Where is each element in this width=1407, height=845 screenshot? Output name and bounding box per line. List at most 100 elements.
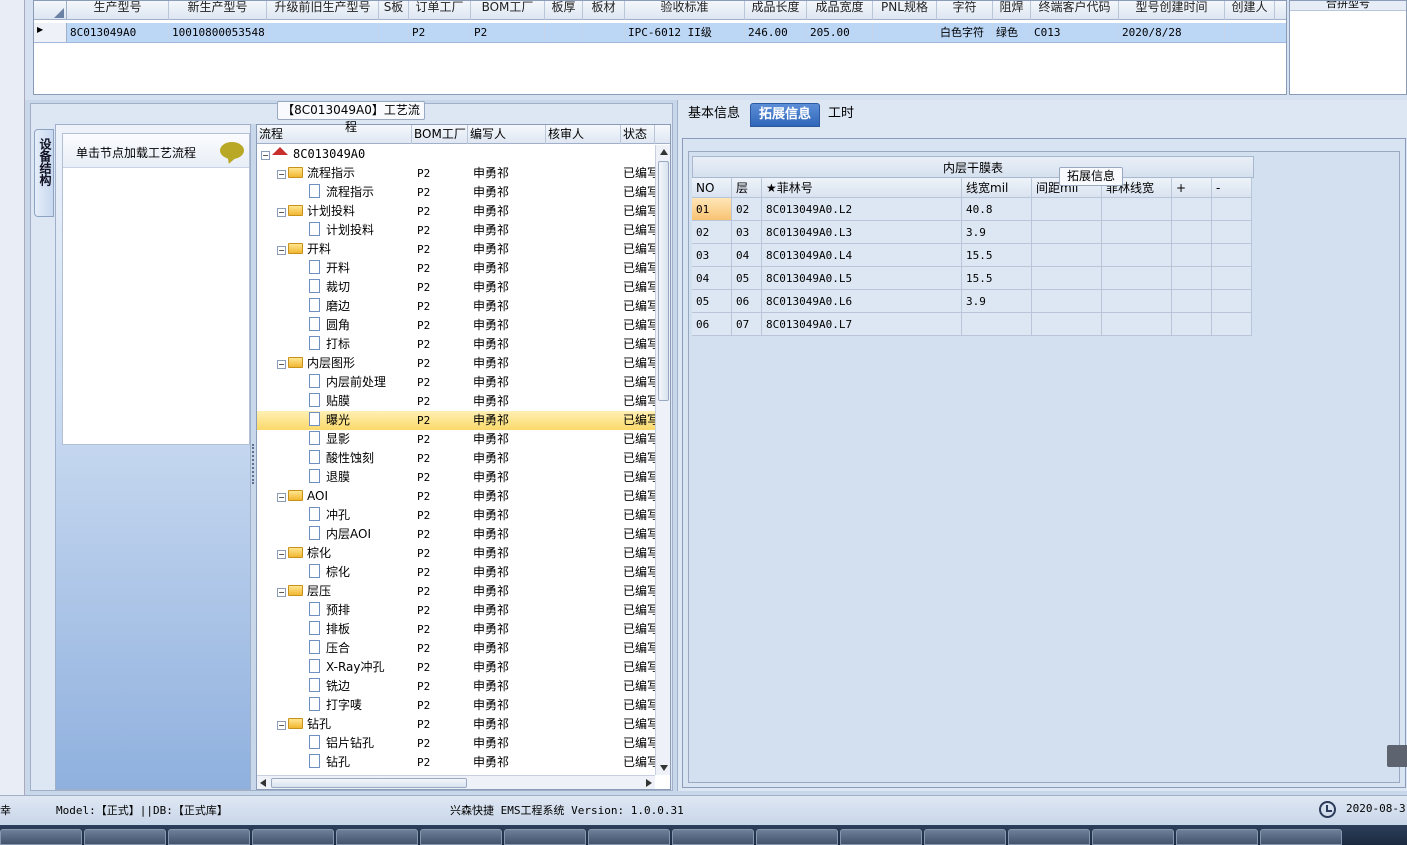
tree-node-name[interactable]: 棕化 [257,563,412,582]
tree-row[interactable]: 退膜 P2 申勇祁 已编写 [257,468,657,487]
cell-layer[interactable]: 06 [732,290,762,313]
cell-spacing[interactable] [1032,244,1102,267]
cell-remove[interactable] [1212,221,1252,244]
cell-material[interactable] [583,23,625,42]
col-header-thickness[interactable]: 板厚 [545,1,583,20]
taskbar-button[interactable] [252,829,334,845]
cell-mask[interactable]: 绿色 [993,23,1031,42]
collapse-icon[interactable]: − [277,550,286,559]
tree-node-name[interactable]: 排板 [257,620,412,639]
tree-node-name[interactable]: 显影 [257,430,412,449]
model-grid[interactable]: 生产型号 新生产型号 升级前旧生产型号 S板 订单工厂 BOM工厂 板厚 板材 … [33,0,1287,95]
cell-length[interactable]: 246.00 [745,23,807,42]
collapse-icon[interactable]: − [277,721,286,730]
tab-extended-info[interactable]: 拓展信息 [750,103,821,127]
tree-node-name[interactable]: 流程指示 [257,183,412,202]
tree-row[interactable]: − 内层图形 P2 申勇祁 已编写 [257,354,657,373]
tree-node-name[interactable]: − 棕化 [257,544,412,563]
cell-add[interactable] [1172,244,1212,267]
cell-spacing[interactable] [1032,290,1102,313]
tree-row[interactable]: 铣边 P2 申勇祁 已编写 [257,677,657,696]
col-line-width[interactable]: 线宽mil [962,178,1032,198]
taskbar-button[interactable] [840,829,922,845]
cell-line-width[interactable]: 3.9 [962,290,1032,313]
tree-node-name[interactable]: 曝光 [257,411,412,430]
tree-row[interactable]: 内层前处理 P2 申勇祁 已编写 [257,373,657,392]
model-grid-row[interactable]: ▶ 8C013049A0 10010800053548 P2 P2 IPC-60… [34,23,1286,43]
tree-col-flow[interactable]: 流程 [257,125,412,144]
table-row[interactable]: 04 05 8C013049A0.L5 15.5 [692,267,1254,290]
col-header-new-model[interactable]: 新生产型号 [169,1,267,20]
cell-remove[interactable] [1212,267,1252,290]
cell-film-width[interactable] [1102,290,1172,313]
taskbar-button[interactable] [84,829,166,845]
tree-row[interactable]: 贴膜 P2 申勇祁 已编写 [257,392,657,411]
table-row[interactable]: 01 02 8C013049A0.L2 40.8 [692,198,1254,221]
tree-row[interactable]: 酸性蚀刻 P2 申勇祁 已编写 [257,449,657,468]
taskbar-button[interactable] [672,829,754,845]
cell-layer[interactable]: 07 [732,313,762,336]
collapse-icon[interactable]: − [277,360,286,369]
col-header-customer[interactable]: 终端客户代码 [1031,1,1119,20]
taskbar-button[interactable] [1092,829,1174,845]
cell-no[interactable]: 02 [692,221,732,244]
tree-node-name[interactable]: 裁切 [257,278,412,297]
tree-node-name[interactable]: 铣边 [257,677,412,696]
cell-film-no[interactable]: 8C013049A0.L5 [762,267,962,290]
col-header-material[interactable]: 板材 [583,1,625,20]
taskbar-button[interactable] [588,829,670,845]
tree-row[interactable]: − 钻孔 P2 申勇祁 已编写 [257,715,657,734]
tree-row[interactable]: − AOI P2 申勇祁 已编写 [257,487,657,506]
merge-model-list[interactable]: 合拼型号 [1289,0,1407,95]
tree-node-name[interactable]: − 钻孔 [257,715,412,734]
taskbar-button[interactable] [756,829,838,845]
cell-standard[interactable]: IPC-6012 II级 [625,23,745,42]
tree-node-name[interactable]: 冲孔 [257,506,412,525]
col-header-s-board[interactable]: S板 [379,1,409,20]
col-header-mask[interactable]: 阻焊 [993,1,1031,20]
taskbar-button[interactable] [0,829,82,845]
tree-row[interactable]: 冲孔 P2 申勇祁 已编写 [257,506,657,525]
collapse-icon[interactable]: − [277,493,286,502]
tree-node-name[interactable]: 磨边 [257,297,412,316]
tree-node-name[interactable]: − 内层图形 [257,354,412,373]
nav-box[interactable]: 单击节点加载工艺流程 [62,133,250,445]
taskbar-button[interactable] [168,829,250,845]
cell-char[interactable]: 白色字符 [937,23,993,42]
col-add[interactable]: + [1172,178,1212,198]
cell-add[interactable] [1172,221,1212,244]
col-header-bom-factory[interactable]: BOM工厂 [471,1,545,20]
tree-col-bom-factory[interactable]: BOM工厂 [412,125,468,144]
tree-row[interactable]: 裁切 P2 申勇祁 已编写 [257,278,657,297]
tab-work-hours[interactable]: 工时 [820,103,862,127]
scroll-right-icon[interactable] [646,779,652,787]
cell-line-width[interactable] [962,313,1032,336]
tree-row[interactable]: − 开料 P2 申勇祁 已编写 [257,240,657,259]
col-layer[interactable]: 层 [732,178,762,198]
tree-row[interactable]: − 流程指示 P2 申勇祁 已编写 [257,164,657,183]
taskbar-button[interactable] [1176,829,1258,845]
cell-line-width[interactable]: 3.9 [962,221,1032,244]
tree-row[interactable]: 预排 P2 申勇祁 已编写 [257,601,657,620]
tree-row[interactable]: X-Ray冲孔 P2 申勇祁 已编写 [257,658,657,677]
cell-add[interactable] [1172,290,1212,313]
collapse-icon[interactable]: − [277,170,286,179]
col-header-order-factory[interactable]: 订单工厂 [409,1,471,20]
tree-node-name[interactable]: − 8C013049A0 [257,145,412,164]
tree-row[interactable]: 计划投料 P2 申勇祁 已编写 [257,221,657,240]
cell-film-no[interactable]: 8C013049A0.L3 [762,221,962,244]
cell-spacing[interactable] [1032,221,1102,244]
tree-row[interactable]: 钻孔 P2 申勇祁 已编写 [257,753,657,772]
tree-horizontal-scrollbar[interactable] [257,775,655,789]
cell-layer[interactable]: 04 [732,244,762,267]
cell-film-width[interactable] [1102,267,1172,290]
tree-row[interactable]: 开料 P2 申勇祁 已编写 [257,259,657,278]
cell-pnl[interactable] [873,23,937,42]
tree-row[interactable]: 棕化 P2 申勇祁 已编写 [257,563,657,582]
taskbar-button[interactable] [1008,829,1090,845]
inner-dry-film-table[interactable]: 内层干膜表 NO 层 ★菲林号 线宽mil 间距mil 菲林线宽 + - 01 0… [692,156,1254,336]
grid-corner-cell[interactable] [34,1,67,20]
col-film-no[interactable]: ★菲林号 [762,178,962,198]
cell-remove[interactable] [1212,198,1252,221]
col-header-created[interactable]: 型号创建时间 [1119,1,1225,20]
